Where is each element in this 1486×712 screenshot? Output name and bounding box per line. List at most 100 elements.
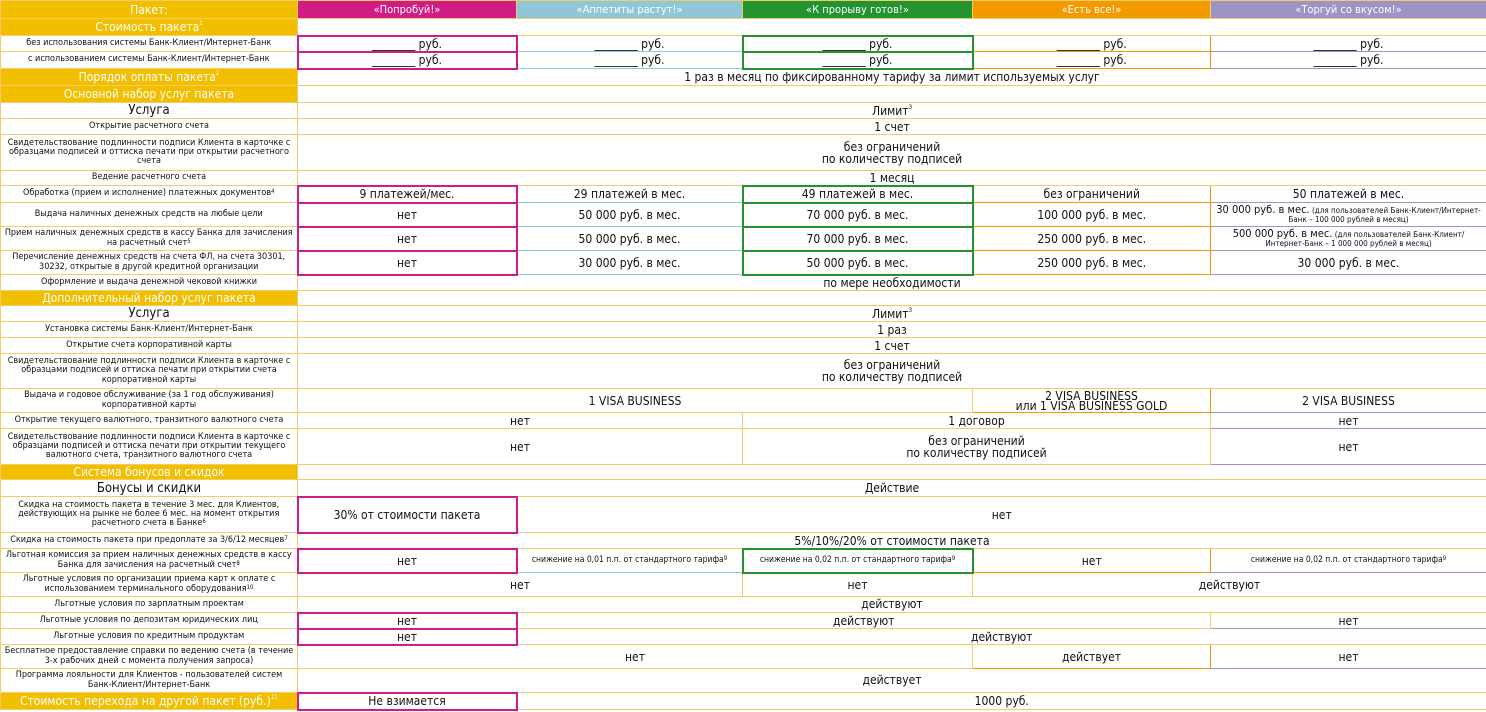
cell: нет (1210, 412, 1486, 429)
price-field: ________ руб. (1210, 35, 1486, 52)
price-field: ________ руб. (741, 34, 974, 53)
cell: нет (516, 496, 1486, 533)
row-value: без ограничений по количеству подписей (297, 353, 1486, 389)
row-label: Бесплатное предоставление справки по вед… (0, 644, 298, 669)
row-label: Открытие расчетного счета (0, 118, 298, 135)
row-label: Выдача и годовое обслуживание (за 1 год … (0, 388, 298, 413)
cell: нет (297, 572, 743, 597)
price-field: ________ руб. (1210, 51, 1486, 69)
row-label: Льготные условия по кредитным продуктам (0, 628, 298, 645)
cell: 50 000 руб. в мес. (516, 202, 743, 227)
cell: нет (296, 225, 518, 252)
cell: 30 000 руб. в мес. (516, 250, 743, 275)
row-value: действует (297, 668, 1486, 693)
table-row: Выдача наличных денежных средств на любы… (0, 201, 1486, 228)
cell: 70 000 руб. в мес. (741, 201, 974, 228)
table-row: Программа лояльности для Клиентов - поль… (0, 668, 1486, 693)
cell: 2 VISA BUSINESS или 1 VISA BUSINESS GOLD (972, 388, 1211, 413)
cell: 30% от стоимости пакета (296, 495, 518, 534)
package-header-5: «Торгуй со вкусом!» (1210, 0, 1486, 19)
table-row: Льготные условия по депозитам юридически… (0, 611, 1486, 630)
table-row: Скидка на стоимость пакета при предоплат… (0, 532, 1486, 549)
package-header-4: «Есть все!» (972, 0, 1211, 19)
table-row: Открытие текущего валютного, транзитного… (0, 412, 1486, 429)
row-label: Свидетельствование подлинности подписи К… (0, 428, 298, 465)
tariff-table: Пакет: «Попробуй!» «Аппетиты растут!» «К… (0, 0, 1486, 711)
price-field: ________ руб. (972, 35, 1211, 52)
cell: 1000 руб. (516, 692, 1486, 710)
table-row: Свидетельствование подлинности подписи К… (0, 428, 1486, 465)
section-switch: Стоимость перехода на другой пакет (руб.… (0, 692, 298, 710)
row-label: Льготные условия по зарплатным проектам (0, 596, 298, 613)
cell: действуют (516, 628, 1486, 645)
cell: действуют (516, 612, 1211, 629)
row-label: Перечисление денежных средств на счета Ф… (0, 250, 298, 275)
cell: нет (1210, 612, 1486, 629)
row-label: Прием наличных денежных средств в кассу … (0, 226, 298, 251)
section-cost: Стоимость пакета1 (0, 18, 298, 36)
cell: 9 платежей/мес. (296, 184, 518, 204)
row-value: действуют (297, 596, 1486, 613)
cell: действуют (972, 572, 1486, 597)
row-label: Выдача наличных денежных средств на любы… (0, 202, 298, 227)
cell: 500 000 руб. в мес. (для пользователей Б… (1210, 226, 1486, 251)
table-row: Льготные условия по зарплатным проектам … (0, 596, 1486, 613)
row-value: 1 счет (297, 118, 1486, 135)
table-row: Выдача и годовое обслуживание (за 1 год … (0, 388, 1486, 413)
cell: нет (297, 412, 743, 429)
cell: 50 000 руб. в мес. (741, 249, 974, 276)
row-label: с использованием системы Банк-Клиент/Инт… (0, 51, 298, 69)
table-row: Льготная комиссия за прием наличных дене… (0, 547, 1486, 574)
service-header: Услуга (0, 305, 298, 322)
price-field: ________ руб. (741, 50, 974, 70)
row-label: Открытие текущего валютного, транзитного… (0, 412, 298, 429)
cell: 1 договор (742, 412, 1211, 429)
table-row: Свидетельствование подлинности подписи К… (0, 134, 1486, 171)
table-row: Открытие счета корпоративной карты 1 сче… (0, 337, 1486, 354)
row-label: Свидетельствование подлинности подписи К… (0, 134, 298, 171)
section-bonus: Система бонусов и скидок (0, 464, 298, 480)
table-row: Ведение расчетного счета 1 месяц (0, 170, 1486, 186)
row-label: Свидетельствование подлинности подписи К… (0, 353, 298, 389)
row-label: Скидка на стоимость пакета при предоплат… (0, 532, 298, 549)
row-value: 1 счет (297, 337, 1486, 354)
row-label: Льготные условия по депозитам юридически… (0, 612, 298, 629)
cell: 30 000 руб. в мес. (1210, 250, 1486, 275)
row-label: Льготные условия по организации приема к… (0, 572, 298, 597)
table-row: Оформление и выдача денежной чековой кни… (0, 274, 1486, 291)
cell: нет (297, 428, 743, 465)
row-label: Программа лояльности для Клиентов - поль… (0, 668, 298, 693)
cell: нет (296, 249, 518, 276)
table-row: Услуга Лимит3 (0, 305, 1486, 322)
cell: 70 000 руб. в мес. (741, 225, 974, 252)
row-value: без ограничений по количеству подписей (297, 134, 1486, 171)
table-row: с использованием системы Банк-Клиент/Инт… (0, 50, 1486, 70)
cell: 30 000 руб. в мес. (для пользователей Ба… (1210, 202, 1486, 227)
payment-text: 1 раз в месяц по фиксированному тарифу з… (297, 68, 1486, 86)
cell: нет (296, 627, 518, 646)
price-field: ________ руб. (516, 35, 743, 52)
limit-header: Лимит3 (297, 305, 1486, 322)
cell: 29 платежей в мес. (516, 185, 743, 203)
cell: 49 платежей в мес. (741, 184, 974, 204)
row-value: 1 месяц (297, 170, 1486, 186)
table-row: Свидетельствование подлинности подписи К… (0, 353, 1486, 389)
table-row: Бесплатное предоставление справки по вед… (0, 644, 1486, 669)
table-row: Услуга Лимит3 (0, 102, 1486, 119)
section-row: Стоимость пакета1 (0, 18, 1486, 36)
row-label: Установка системы Банк-Клиент/Интернет-Б… (0, 321, 298, 338)
cell: 1 VISA BUSINESS (297, 388, 973, 413)
cell: нет (296, 201, 518, 228)
price-field: ________ руб. (296, 50, 518, 70)
service-header: Услуга (0, 102, 298, 119)
section-row: Основной набор услуг пакета (0, 85, 1486, 103)
section-basic: Основной набор услуг пакета (0, 85, 298, 103)
table-row: Стоимость перехода на другой пакет (руб.… (0, 691, 1486, 711)
table-row: Обработка (прием и исполнение) платежных… (0, 184, 1486, 204)
cell: 100 000 руб. в мес. (972, 202, 1211, 227)
table-row: Перечисление денежных средств на счета Ф… (0, 249, 1486, 276)
price-field: ________ руб. (972, 51, 1211, 69)
cell: 50 000 руб. в мес. (516, 226, 743, 251)
row-value: по мере необходимости (297, 274, 1486, 291)
package-header-3: «К прорыву готов!» (742, 0, 973, 19)
